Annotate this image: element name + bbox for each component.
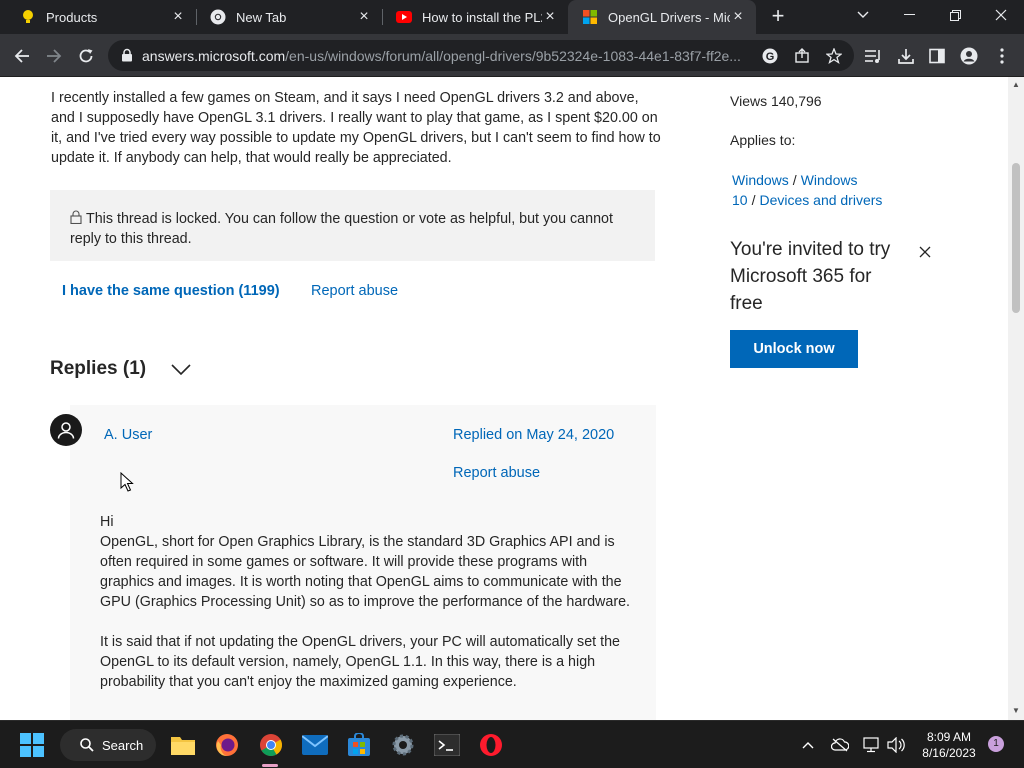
locked-notice-text: This thread is locked. You can follow th… — [70, 211, 613, 247]
mail-icon[interactable] — [300, 730, 330, 760]
tab-title: How to install the PL23 — [422, 9, 542, 25]
question-body: I recently installed a few games on Stea… — [51, 90, 661, 166]
clock-time: 8:09 AM — [926, 730, 972, 744]
arrow-left-icon — [14, 49, 29, 63]
close-icon[interactable]: × — [542, 9, 558, 25]
tab-products[interactable]: Products × — [6, 0, 196, 34]
browser-toolbar: answers.microsoft.com/en-us/windows/foru… — [0, 34, 1024, 77]
tab-title: Products — [46, 9, 98, 25]
taskbar-clock[interactable]: 8:09 AM 8/16/2023 — [914, 729, 984, 761]
lock-icon — [70, 210, 82, 224]
replies-heading: Replies (1) — [50, 358, 147, 379]
url-text[interactable]: answers.microsoft.com/en-us/windows/foru… — [142, 48, 762, 64]
reply-date-link[interactable]: Replied on May 24, 2020 — [453, 427, 614, 443]
tab-search-chevron-icon[interactable] — [840, 0, 886, 30]
bookmark-star-icon[interactable] — [824, 46, 844, 66]
applies-to-breadcrumb: Windows / Windows 10/Devices and drivers — [732, 170, 922, 210]
lock-icon — [122, 48, 132, 62]
microsoft-store-icon[interactable] — [344, 730, 374, 760]
tab-title: New Tab — [236, 9, 287, 25]
crumb-devices-and-drivers[interactable]: Devices and drivers — [759, 192, 882, 208]
tab-strip: Products × New Tab × How to install the … — [0, 0, 1024, 34]
close-icon[interactable]: × — [356, 9, 372, 25]
reading-list-icon[interactable] — [861, 44, 885, 68]
tab-new-tab[interactable]: New Tab × — [196, 0, 382, 34]
reply-greeting: Hi — [100, 514, 114, 530]
scrollbar-thumb[interactable] — [1012, 163, 1020, 313]
unlock-now-button[interactable]: Unlock now — [730, 330, 858, 368]
notification-badge[interactable]: 1 — [988, 736, 1004, 752]
network-icon[interactable] — [862, 735, 882, 755]
search-icon — [80, 738, 94, 752]
scroll-down-icon[interactable]: ▼ — [1012, 707, 1020, 715]
forward-button[interactable] — [40, 42, 68, 70]
menu-kebab-icon[interactable] — [990, 44, 1014, 68]
page-content: I recently installed a few games on Stea… — [0, 77, 1008, 720]
svg-text:G: G — [766, 51, 775, 63]
restore-button[interactable] — [932, 0, 978, 30]
user-icon — [57, 422, 75, 439]
settings-gear-icon[interactable] — [388, 730, 418, 760]
share-icon[interactable] — [792, 46, 812, 66]
reload-button[interactable] — [72, 42, 100, 70]
locked-thread-notice: This thread is locked. You can follow th… — [50, 190, 655, 261]
volume-icon[interactable] — [886, 735, 906, 755]
google-lens-icon[interactable]: G — [760, 46, 780, 66]
clock-date: 8/16/2023 — [922, 746, 976, 760]
chrome-icon — [210, 9, 226, 25]
opera-icon[interactable] — [476, 730, 506, 760]
reply-body: Hi OpenGL, short for Open Graphics Libra… — [100, 512, 640, 712]
youtube-icon — [396, 9, 412, 25]
reload-icon — [79, 49, 93, 63]
reply-report-abuse-link[interactable]: Report abuse — [453, 465, 540, 481]
windows-taskbar: Search 8:09 AM 8/16/2023 1 — [0, 720, 1024, 768]
applies-to-label: Applies to: — [730, 132, 796, 148]
report-abuse-link[interactable]: Report abuse — [311, 283, 398, 299]
active-app-indicator — [262, 764, 278, 767]
crumb-windows[interactable]: Windows — [732, 172, 789, 188]
same-question-button[interactable]: I have the same question (1199) — [62, 283, 280, 299]
scroll-up-icon[interactable]: ▲ — [1012, 81, 1020, 89]
close-icon[interactable]: × — [170, 9, 186, 25]
arrow-right-icon — [47, 49, 62, 63]
close-window-button[interactable] — [978, 0, 1024, 30]
firefox-icon[interactable] — [212, 730, 242, 760]
tab-title: OpenGL Drivers - Micro — [608, 9, 730, 25]
tab-youtube[interactable]: How to install the PL23 × — [382, 0, 568, 34]
file-explorer-icon[interactable] — [168, 730, 198, 760]
page-scrollbar[interactable]: ▲ ▼ — [1008, 77, 1024, 720]
new-tab-button[interactable]: + — [766, 5, 790, 29]
cloud-offline-icon[interactable] — [830, 735, 850, 755]
crumb-separator: / — [792, 172, 797, 188]
crumb-separator: / — [751, 192, 756, 208]
views-count: Views 140,796 — [730, 93, 822, 109]
taskbar-search[interactable]: Search — [60, 729, 156, 761]
chevron-up-icon[interactable] — [798, 735, 818, 755]
windows-start-icon[interactable] — [17, 730, 47, 760]
close-icon[interactable]: × — [730, 9, 746, 25]
chevron-down-icon[interactable] — [170, 361, 192, 377]
microsoft-icon — [582, 9, 598, 25]
address-bar[interactable]: answers.microsoft.com/en-us/windows/foru… — [108, 40, 854, 71]
avatar — [50, 414, 82, 446]
search-label: Search — [102, 737, 144, 753]
mouse-cursor-icon — [120, 472, 134, 492]
microsoft-365-promo-text: You're invited to try Microsoft 365 for … — [730, 239, 891, 314]
reply-author-link[interactable]: A. User — [104, 427, 152, 443]
reply-paragraph: It is said that if not updating the Open… — [100, 634, 620, 690]
chrome-icon[interactable] — [256, 730, 286, 760]
terminal-icon[interactable] — [432, 730, 462, 760]
profile-icon[interactable] — [957, 44, 981, 68]
close-icon[interactable] — [917, 244, 933, 260]
back-button[interactable] — [8, 42, 36, 70]
reply-paragraph: OpenGL, short for Open Graphics Library,… — [100, 534, 631, 610]
tab-opengl-drivers[interactable]: OpenGL Drivers - Micro × — [568, 0, 756, 34]
download-icon[interactable] — [894, 44, 918, 68]
minimize-button[interactable] — [886, 0, 932, 30]
bulb-icon — [20, 9, 36, 25]
side-panel-icon[interactable] — [925, 44, 949, 68]
